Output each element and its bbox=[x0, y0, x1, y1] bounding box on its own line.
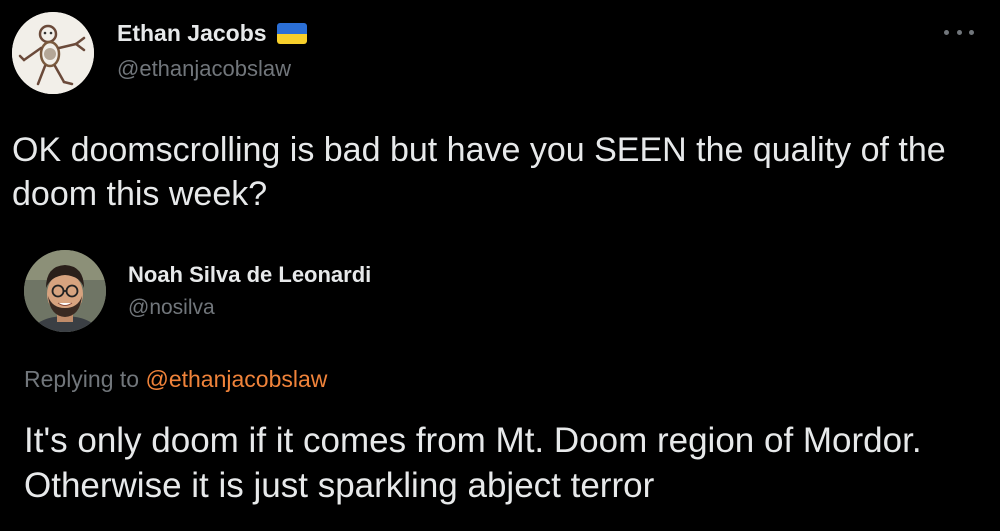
reply-text: It's only doom if it comes from Mt. Doom… bbox=[24, 421, 922, 505]
ukraine-flag-icon bbox=[276, 23, 307, 44]
more-options-icon[interactable] bbox=[944, 22, 974, 42]
reply-avatar[interactable] bbox=[24, 250, 106, 332]
author-name[interactable]: Ethan Jacobs bbox=[117, 20, 307, 47]
avatar[interactable] bbox=[12, 12, 94, 94]
reply-author-name[interactable]: Noah Silva de Leonardi bbox=[128, 262, 371, 288]
author-handle[interactable]: @ethanjacobslaw bbox=[117, 56, 291, 82]
reply-author-handle[interactable]: @nosilva bbox=[128, 296, 215, 320]
author-name-label[interactable]: Ethan Jacobs bbox=[117, 20, 267, 47]
replying-prefix: Replying to bbox=[24, 366, 140, 392]
replying-mention-link[interactable]: @ethanjacobslaw bbox=[145, 366, 327, 392]
replying-to-line: Replying to @ethanjacobslaw bbox=[24, 366, 327, 393]
tweet-screenshot: Ethan Jacobs @ethanjacobslaw OK doomscro… bbox=[0, 0, 1000, 531]
tweet-text: OK doomscrolling is bad but have you SEE… bbox=[12, 131, 946, 213]
